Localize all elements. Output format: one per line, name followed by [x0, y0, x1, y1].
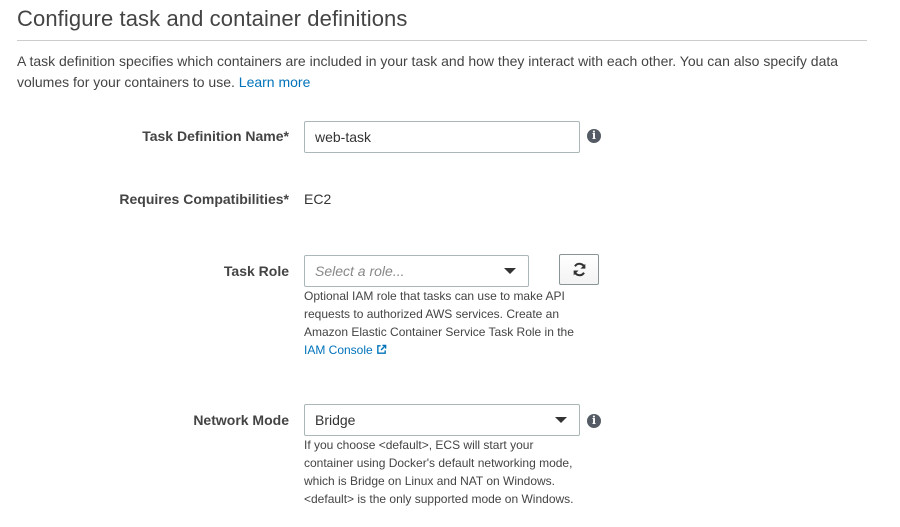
learn-more-link[interactable]: Learn more — [239, 74, 311, 90]
page-title: Configure task and container definitions — [17, 6, 408, 31]
network-mode-value: Bridge — [315, 412, 356, 428]
chevron-down-icon — [555, 417, 567, 423]
refresh-icon — [573, 262, 586, 277]
task-role-label: Task Role — [223, 263, 289, 279]
task-definition-name-input[interactable] — [304, 121, 580, 153]
requires-compatibilities-label: Requires Compatibilities* — [119, 191, 289, 207]
title-divider — [17, 40, 867, 41]
page: Configure task and container definitions… — [0, 0, 900, 527]
info-icon[interactable]: i — [587, 129, 601, 143]
intro-text: A task definition specifies which contai… — [17, 51, 867, 93]
task-role-help-text: Optional IAM role that tasks can use to … — [304, 289, 574, 339]
intro-description: A task definition specifies which contai… — [17, 53, 839, 90]
external-link-icon — [376, 344, 387, 354]
iam-console-link-label: IAM Console — [304, 343, 373, 357]
task-role-help: Optional IAM role that tasks can use to … — [304, 287, 584, 359]
task-definition-name-label: Task Definition Name* — [142, 128, 289, 144]
network-mode-help: If you choose <default>, ECS will start … — [304, 438, 574, 506]
info-icon[interactable]: i — [587, 414, 601, 428]
chevron-down-icon — [504, 268, 516, 274]
requires-compatibilities-value: EC2 — [304, 191, 332, 207]
task-role-select[interactable]: Select a role... — [304, 255, 529, 287]
network-mode-label: Network Mode — [193, 412, 289, 428]
iam-console-link[interactable]: IAM Console — [304, 343, 387, 357]
network-mode-select[interactable]: Bridge — [304, 404, 580, 436]
task-role-placeholder: Select a role... — [315, 263, 405, 279]
refresh-roles-button[interactable] — [559, 254, 599, 285]
